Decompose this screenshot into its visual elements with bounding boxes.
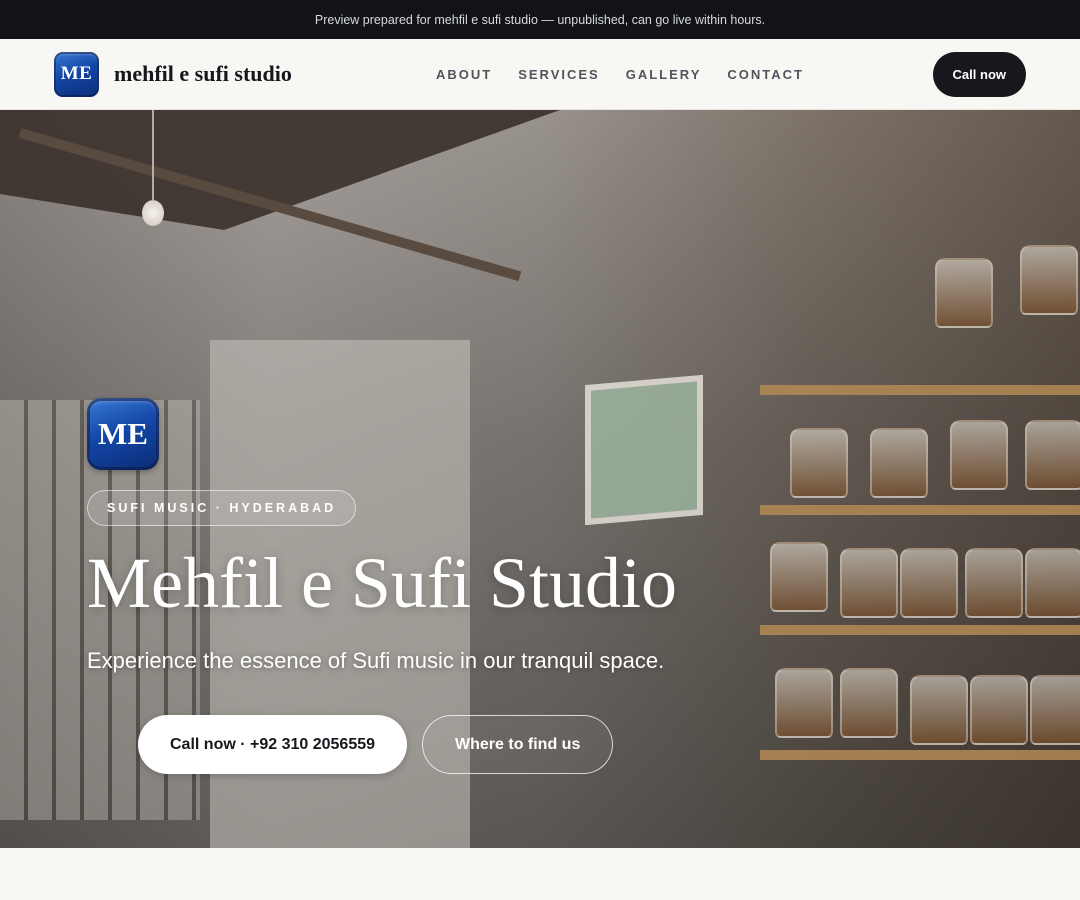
site-header: ME mehfil e sufi studio ABOUT SERVICES G… <box>0 39 1080 110</box>
hero-background-jar <box>840 548 898 618</box>
hero-background-jar <box>840 668 898 738</box>
hero-background-jar <box>965 548 1023 618</box>
category-tag: SUFI MUSIC · HYDERABAD <box>87 490 357 526</box>
hero-background-jar <box>950 420 1008 490</box>
hero-background-shelf <box>760 625 1080 635</box>
nav-services[interactable]: SERVICES <box>518 67 600 82</box>
hero-background-shelf <box>760 385 1080 395</box>
hero-background-jar <box>935 258 993 328</box>
preview-banner-text: Preview prepared for mehfil e sufi studi… <box>314 12 766 27</box>
hero-background-jar <box>775 668 833 738</box>
hero-background-jar <box>1030 675 1080 745</box>
hero-background-jar <box>900 548 958 618</box>
call-now-button[interactable]: Call now <box>932 51 1026 97</box>
brand-name[interactable]: mehfil e sufi studio <box>114 61 292 87</box>
hero-background-jar <box>770 542 828 612</box>
nav-about[interactable]: ABOUT <box>436 67 492 82</box>
nav-gallery[interactable]: GALLERY <box>626 67 702 82</box>
hero-section: ME SUFI MUSIC · HYDERABAD Mehfil e Sufi … <box>0 110 1080 848</box>
hero-subtitle: Experience the essence of Sufi music in … <box>87 647 665 673</box>
hero-background-jar <box>1025 420 1080 490</box>
logo-icon[interactable]: ME <box>54 51 99 97</box>
hero-background-jar <box>1020 245 1078 315</box>
find-us-button[interactable]: Where to find us <box>422 715 614 774</box>
hero-background-bulb <box>142 200 164 226</box>
below-hero-section <box>0 848 1080 900</box>
hero-background-jar <box>1025 548 1080 618</box>
hero-background-jar <box>910 675 968 745</box>
hero-background-jar <box>790 428 848 498</box>
hero-cta-row: Call now · +92 310 2056559 Where to find… <box>138 715 614 774</box>
hero-background-shelf <box>760 505 1080 515</box>
hero-title: Mehfil e Sufi Studio <box>87 543 677 623</box>
call-phone-button[interactable]: Call now · +92 310 2056559 <box>138 715 408 774</box>
brand[interactable]: ME mehfil e sufi studio <box>54 51 292 97</box>
hero-background-jar <box>870 428 928 498</box>
hero-background-shelf <box>760 750 1080 760</box>
hero-logo-icon: ME <box>87 398 159 470</box>
preview-banner: Preview prepared for mehfil e sufi studi… <box>0 0 1080 39</box>
main-nav: ABOUT SERVICES GALLERY CONTACT <box>436 39 804 109</box>
hero-background-cord <box>152 110 154 200</box>
hero-content: ME SUFI MUSIC · HYDERABAD Mehfil e Sufi … <box>87 398 677 674</box>
nav-contact[interactable]: CONTACT <box>727 67 804 82</box>
hero-background-jar <box>970 675 1028 745</box>
